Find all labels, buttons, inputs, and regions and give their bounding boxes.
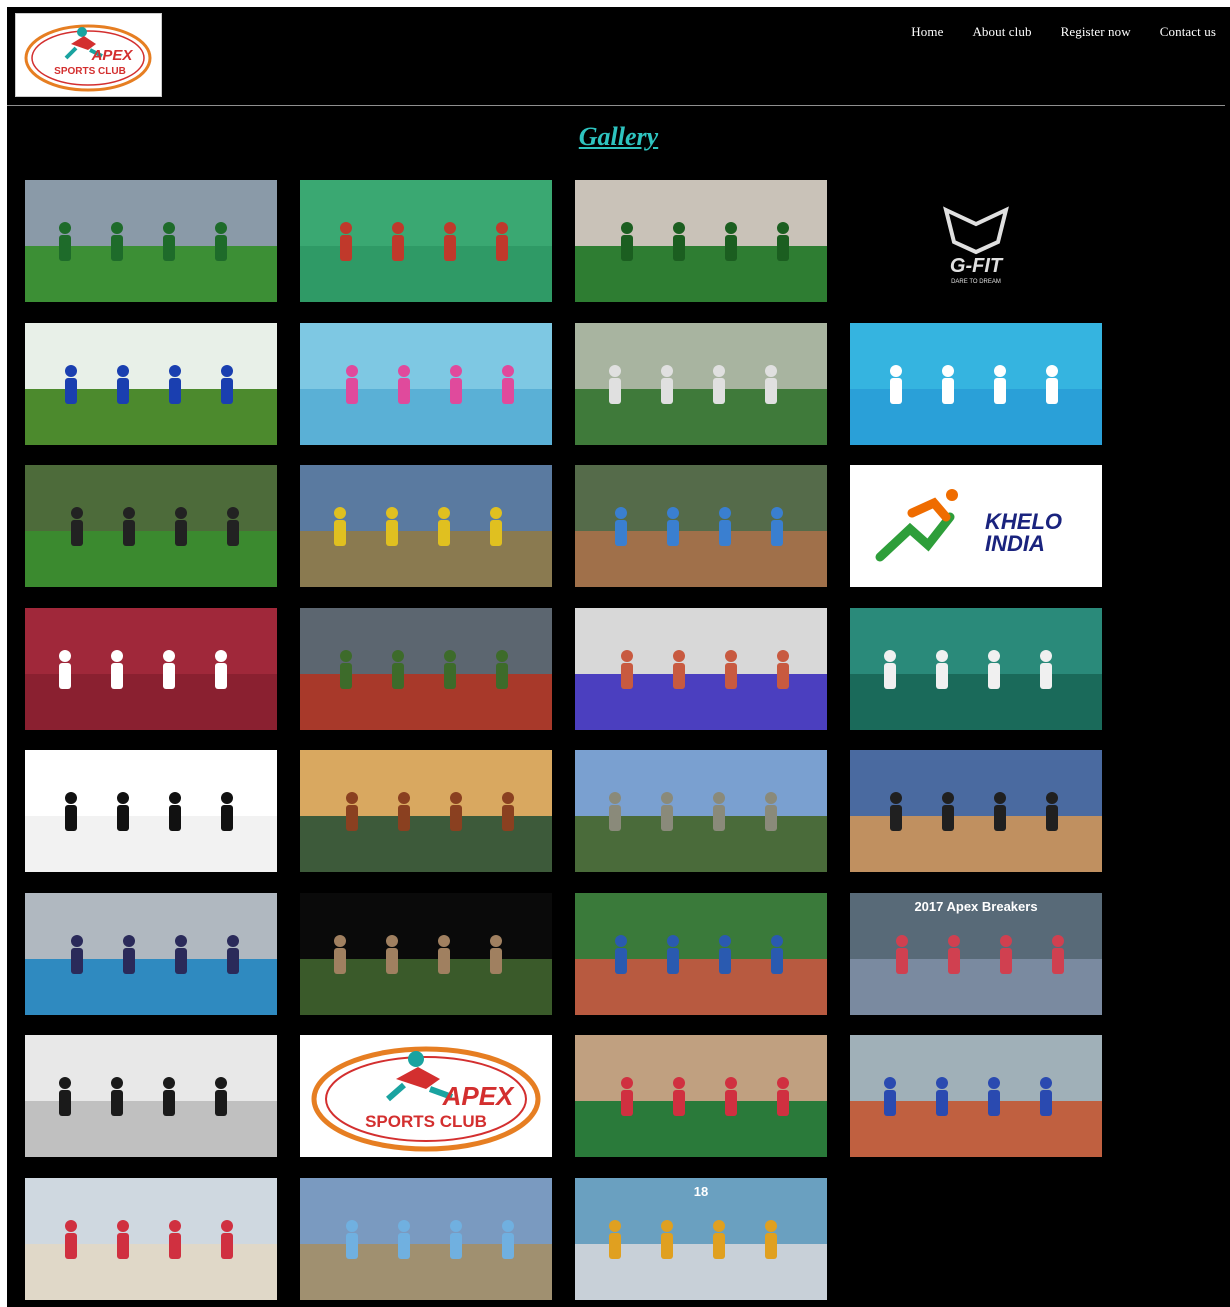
outdoor-court-photo bbox=[850, 1035, 1102, 1157]
gallery-tile-indoor-court-photo[interactable] bbox=[300, 180, 552, 302]
gallery-tile-apex-breakers-group-photo[interactable]: 2017 Apex Breakers bbox=[850, 892, 1102, 1015]
nav-home-link[interactable]: Home bbox=[911, 24, 943, 40]
site-logo[interactable]: APEX SPORTS CLUB bbox=[15, 13, 162, 97]
team-group-photo bbox=[300, 465, 552, 587]
gallery-tile-runner-sketch-photo[interactable] bbox=[25, 1035, 277, 1157]
gallery-tile-statue-photo[interactable] bbox=[300, 892, 552, 1015]
volleyball-spike-photo bbox=[25, 750, 277, 872]
gallery-tile-running-track-photo[interactable] bbox=[300, 607, 552, 730]
football-closeup-photo bbox=[25, 322, 277, 445]
g-fit-logo: G-FIT DARE TO DREAM bbox=[850, 180, 1102, 302]
gallery-tile-team-group-photo[interactable] bbox=[300, 465, 552, 587]
top-navigation: Home About club Register now Contact us bbox=[911, 24, 1216, 40]
gallery-tile-volleyball-block-photo[interactable]: 18 bbox=[575, 1177, 827, 1300]
football-team-celebration-photo bbox=[575, 180, 827, 302]
gallery-tile-shot-put-photo[interactable] bbox=[575, 1035, 827, 1157]
header-divider bbox=[7, 105, 1225, 106]
gallery-tile-badminton-players-photo[interactable] bbox=[850, 750, 1102, 872]
gallery-tile-football-running-photo[interactable] bbox=[25, 465, 277, 587]
gallery-tile-swimming-pool-photo[interactable] bbox=[850, 322, 1102, 445]
badminton-hall-photo bbox=[575, 465, 827, 587]
page-root: APEX SPORTS CLUB Home About club Registe… bbox=[7, 7, 1230, 1307]
badminton-players-photo bbox=[850, 750, 1102, 872]
svg-text:SPORTS CLUB: SPORTS CLUB bbox=[54, 66, 126, 77]
football-match-photo bbox=[25, 180, 277, 302]
apex-logo-graphic: APEX SPORTS CLUB bbox=[16, 14, 161, 96]
nav-register-now-link[interactable]: Register now bbox=[1061, 24, 1131, 40]
gallery-tile-team-trophy-photo[interactable] bbox=[300, 1177, 552, 1300]
shot-put-photo bbox=[575, 1035, 827, 1157]
football-running-photo bbox=[25, 465, 277, 587]
nav-about-club-link[interactable]: About club bbox=[972, 24, 1031, 40]
gallery-tile-football-team-celebration-photo[interactable] bbox=[575, 180, 827, 302]
gallery-tile-badminton-hall-photo[interactable] bbox=[575, 465, 827, 587]
gallery-tile-apex-sports-club-logo[interactable]: APEX SPORTS CLUB bbox=[300, 1035, 552, 1157]
gallery-tile-stadium-landscape-photo[interactable] bbox=[575, 750, 827, 872]
campus-aerial-photo bbox=[300, 750, 552, 872]
team-trophy-photo bbox=[300, 1177, 552, 1300]
statue-photo bbox=[300, 892, 552, 1015]
gallery-tile-swimmer-cap-photo[interactable] bbox=[300, 322, 552, 445]
g-fit-text: G-FIT bbox=[950, 255, 1004, 277]
khelo-india-logo: KHELOINDIA bbox=[850, 465, 1102, 587]
apex-badminton-photo bbox=[850, 607, 1102, 730]
apex-breakers-group-photo-caption: 2017 Apex Breakers bbox=[914, 899, 1037, 914]
svg-text:APEX: APEX bbox=[91, 47, 134, 64]
gallery-tile-volleyball-jump-photo[interactable] bbox=[25, 1177, 277, 1300]
gallery-tile-khelo-india-logo[interactable]: KHELO INDIA bbox=[850, 465, 1102, 587]
gallery-grid: G-FIT DARE TO DREAM KHELO INDIA 2017 Apex Br… bbox=[25, 180, 1102, 1300]
gallery-tile-sprint-race-photo[interactable] bbox=[575, 892, 827, 1015]
gallery-tile-football-match-photo[interactable] bbox=[25, 180, 277, 302]
india-text: INDIA bbox=[985, 531, 1045, 556]
indoor-court-photo bbox=[300, 180, 552, 302]
gallery-tile-outdoor-court-photo[interactable] bbox=[850, 1035, 1102, 1157]
award-ceremony-photo bbox=[25, 607, 277, 730]
gallery-tile-g-fit-logo[interactable]: G-FIT DARE TO DREAM bbox=[850, 180, 1102, 302]
running-track-photo bbox=[300, 607, 552, 730]
volleyball-jump-photo bbox=[25, 1177, 277, 1300]
volleyball-court-photo bbox=[575, 607, 827, 730]
g-fit-subtext: DARE TO DREAM bbox=[951, 279, 1001, 285]
volleyball-block-photo: 18 bbox=[575, 1177, 827, 1300]
page-title: Gallery bbox=[578, 122, 659, 151]
swimming-pool-photo bbox=[850, 322, 1102, 445]
sprint-race-photo bbox=[575, 892, 827, 1015]
runner-sketch-photo bbox=[25, 1035, 277, 1157]
gallery-tile-award-ceremony-photo[interactable] bbox=[25, 607, 277, 730]
gallery-tile-football-closeup-photo[interactable] bbox=[25, 322, 277, 445]
indoor-yoga-photo bbox=[575, 322, 827, 445]
gallery-tile-apex-badminton-photo[interactable] bbox=[850, 607, 1102, 730]
gallery-tile-apex-jersey-pool-photo[interactable] bbox=[25, 892, 277, 1015]
volleyball-block-photo-caption: 18 bbox=[694, 1184, 708, 1199]
stadium-landscape-photo bbox=[575, 750, 827, 872]
nav-contact-us-link[interactable]: Contact us bbox=[1160, 24, 1216, 40]
swimmer-cap-photo bbox=[300, 322, 552, 445]
gallery-tile-volleyball-court-photo[interactable] bbox=[575, 607, 827, 730]
apex-sports-club-logo: APEXSPORTS CLUB bbox=[300, 1035, 552, 1157]
gallery-tile-indoor-yoga-photo[interactable] bbox=[575, 322, 827, 445]
apex-breakers-group-photo: 2017 Apex Breakers bbox=[850, 892, 1102, 1015]
apex-logo-tile-text: APEX bbox=[442, 1081, 515, 1111]
apex-jersey-pool-photo bbox=[25, 892, 277, 1015]
apex-logo-tile-subtext: SPORTS CLUB bbox=[365, 1112, 487, 1131]
gallery-tile-campus-aerial-photo[interactable] bbox=[300, 750, 552, 872]
gallery-tile-volleyball-spike-photo[interactable] bbox=[25, 750, 277, 872]
